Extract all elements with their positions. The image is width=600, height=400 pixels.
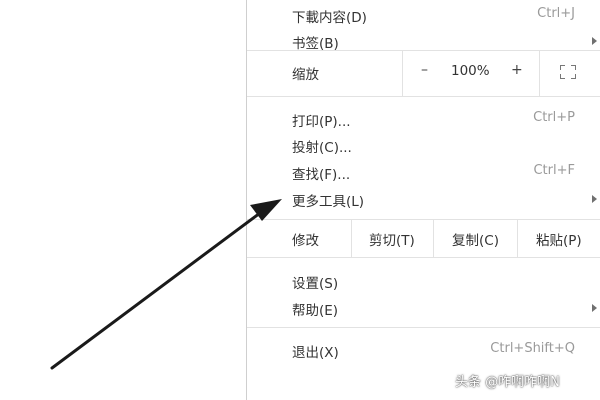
edit-divider [517,219,518,257]
menu-item-label: 投射(C)... [292,140,352,156]
edit-row: 修改 剪切(T) 复制(C) 粘贴(P) [247,219,600,257]
menu-item-shortcut: Ctrl+P [533,110,575,125]
zoom-level: 100% [451,63,490,79]
menu-item-label: 更多工具(L) [292,194,365,210]
zoom-divider [539,50,540,96]
menu-item-shortcut: Ctrl+F [533,163,575,178]
edit-divider [433,219,434,257]
menu-item-settings[interactable]: 设置(S) [247,268,600,294]
menu-item-cast[interactable]: 投射(C)... [247,132,600,158]
menu-item-label: 下載内容(D) [292,10,367,26]
menu-item-shortcut: Ctrl+J [537,6,575,21]
copy-button[interactable]: 复制(C) [452,229,499,249]
menu-item-more-tools[interactable]: 更多工具(L) [247,186,600,212]
menu-item-shortcut: Ctrl+Shift+Q [490,341,575,356]
menu-item-label: 帮助(E) [292,303,339,319]
menu-separator [247,327,600,328]
fullscreen-icon[interactable] [560,65,576,79]
menu-item-downloads[interactable]: 下載内容(D) Ctrl+J [247,2,600,28]
menu-item-label: 退出(X) [292,345,339,361]
menu-item-find[interactable]: 查找(F)... Ctrl+F [247,159,600,185]
menu-item-print[interactable]: 打印(P)... Ctrl+P [247,106,600,132]
menu-item-label: 打印(P)... [292,114,351,130]
edit-divider [351,219,352,257]
chevron-right-icon [592,37,597,45]
zoom-label: 缩放 [292,67,319,83]
zoom-out-button[interactable]: – [421,62,428,78]
menu-item-exit[interactable]: 退出(X) Ctrl+Shift+Q [247,337,600,363]
zoom-divider [402,50,403,96]
browser-main-menu: 下載内容(D) Ctrl+J 书签(B) 缩放 – 100% + 打印(P)..… [246,0,600,400]
zoom-row: 缩放 – 100% + [247,50,600,96]
chevron-right-icon [592,195,597,203]
menu-item-label: 设置(S) [292,276,339,292]
chevron-right-icon [592,304,597,312]
paste-button[interactable]: 粘贴(P) [536,229,582,249]
menu-item-label: 书签(B) [292,36,339,52]
menu-item-help[interactable]: 帮助(E) [247,295,600,321]
menu-separator [247,96,600,97]
zoom-in-button[interactable]: + [511,62,523,78]
menu-item-label: 查找(F)... [292,167,351,183]
cut-button[interactable]: 剪切(T) [369,229,415,249]
edit-label: 修改 [292,233,319,249]
annotation-arrow-shaft [50,208,266,370]
menu-separator [247,257,600,258]
watermark-text: 头条 @咋啊咋啊N [455,375,560,390]
